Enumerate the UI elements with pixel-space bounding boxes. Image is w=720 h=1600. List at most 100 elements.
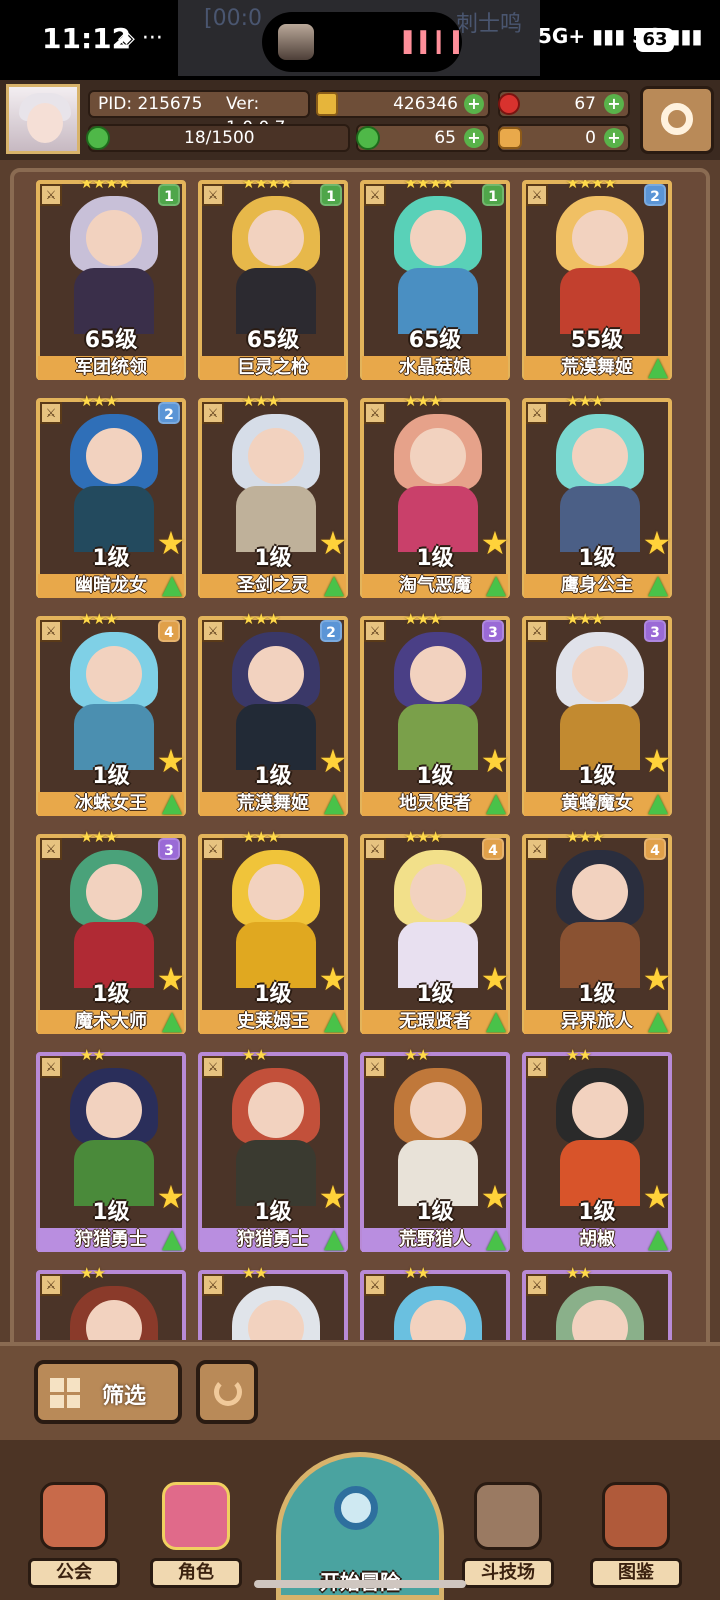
rarity-stars: ★★★★ xyxy=(242,180,293,192)
reset-button[interactable] xyxy=(196,1360,258,1424)
character-card[interactable]: ⚔ ★★ 1级 胡椒 ★ ▲ xyxy=(522,1046,674,1258)
star-upgrade-icon[interactable]: ★ xyxy=(154,526,188,560)
level-up-arrow-icon[interactable]: ▲ xyxy=(480,1226,512,1254)
add-gem-button[interactable]: + xyxy=(604,94,624,114)
start-adventure-button[interactable]: 开始冒险 xyxy=(276,1452,444,1600)
rarity-stars: ★★ xyxy=(242,1046,268,1064)
rank-badge: 4 xyxy=(644,838,666,860)
class-icon: ⚔ xyxy=(40,838,62,860)
portrait-face xyxy=(572,864,628,920)
character-card[interactable]: ⚔ ★★ 1级 狩猎勇士 ★ ▲ xyxy=(36,1046,188,1258)
class-icon: ⚔ xyxy=(364,1274,386,1296)
star-upgrade-icon[interactable]: ★ xyxy=(478,526,512,560)
add-bread-button[interactable]: + xyxy=(604,128,624,148)
rarity-stars: ★★★ xyxy=(80,392,118,410)
star-upgrade-icon[interactable]: ★ xyxy=(316,744,350,778)
status-left-icons: ◈ ··· xyxy=(118,26,163,51)
character-card[interactable]: ⚔ ★★★★ 1 65级 军团统领 xyxy=(36,180,186,386)
level-up-arrow-icon[interactable]: ▲ xyxy=(642,354,674,382)
add-clover-button[interactable]: + xyxy=(464,128,484,148)
level-up-arrow-icon[interactable]: ▲ xyxy=(318,572,350,600)
player-avatar[interactable] xyxy=(6,84,80,154)
book-icon xyxy=(602,1482,670,1550)
character-level: 65级 xyxy=(408,328,462,353)
class-icon: ⚔ xyxy=(364,620,386,642)
character-card[interactable]: ⚔ ★★★ 2 1级 荒漠舞姬 ★ ▲ xyxy=(198,610,350,822)
star-upgrade-icon[interactable]: ★ xyxy=(154,962,188,996)
level-up-arrow-icon[interactable]: ▲ xyxy=(156,1226,188,1254)
star-upgrade-icon[interactable]: ★ xyxy=(640,744,674,778)
clover-counter: 65 + xyxy=(356,124,490,152)
level-up-arrow-icon[interactable]: ▲ xyxy=(156,572,188,600)
class-icon: ⚔ xyxy=(526,184,548,206)
star-upgrade-icon[interactable]: ★ xyxy=(478,744,512,778)
star-upgrade-icon[interactable]: ★ xyxy=(316,526,350,560)
character-card[interactable]: ⚔ ★★★ 3 1级 魔术大师 ★ ▲ xyxy=(36,828,188,1040)
battery-indicator: 63 xyxy=(636,28,674,52)
level-up-arrow-icon[interactable]: ▲ xyxy=(480,790,512,818)
character-card[interactable]: ⚔ ★★★★ 2 55级 荒漠舞姬 ▲ xyxy=(522,180,672,386)
character-card[interactable]: ⚔ ★★ 1级 狩猎勇士 ★ ▲ xyxy=(198,1046,350,1258)
character-portrait xyxy=(530,188,664,338)
level-up-arrow-icon[interactable]: ▲ xyxy=(318,1226,350,1254)
nav-arena-label: 斗技场 xyxy=(462,1558,554,1588)
character-card[interactable]: ⚔ ★★★★ 1 65级 巨灵之枪 xyxy=(198,180,348,386)
level-up-arrow-icon[interactable]: ▲ xyxy=(318,790,350,818)
crossed-swords-icon xyxy=(474,1482,542,1550)
character-card[interactable]: ⚔ ★★★★ 1 65级 水晶菇娘 xyxy=(360,180,510,386)
level-up-arrow-icon[interactable]: ▲ xyxy=(642,1008,674,1036)
level-up-arrow-icon[interactable]: ▲ xyxy=(480,1008,512,1036)
star-upgrade-icon[interactable]: ★ xyxy=(316,1180,350,1214)
nav-arena[interactable]: 斗技场 xyxy=(462,1472,554,1596)
character-card[interactable]: ⚔ ★★ xyxy=(360,1264,510,1340)
add-gold-button[interactable]: + xyxy=(464,94,484,114)
class-icon: ⚔ xyxy=(40,402,62,424)
star-upgrade-icon[interactable]: ★ xyxy=(640,962,674,996)
level-up-arrow-icon[interactable]: ▲ xyxy=(480,572,512,600)
level-up-arrow-icon[interactable]: ▲ xyxy=(642,1226,674,1254)
nav-characters[interactable]: 角色 xyxy=(150,1472,242,1596)
character-card[interactable]: ⚔ ★★ 1级 荒野猎人 ★ ▲ xyxy=(360,1046,512,1258)
rank-badge: 2 xyxy=(158,402,180,424)
class-icon: ⚔ xyxy=(526,1274,548,1296)
character-card[interactable]: ⚔ ★★★ 4 1级 冰蛛女王 ★ ▲ xyxy=(36,610,188,822)
character-card[interactable]: ⚔ ★★★ 4 1级 无瑕贤者 ★ ▲ xyxy=(360,828,512,1040)
character-card[interactable]: ⚔ ★★★ 3 1级 地灵使者 ★ ▲ xyxy=(360,610,512,822)
star-upgrade-icon[interactable]: ★ xyxy=(154,744,188,778)
character-card[interactable]: ⚔ ★★ xyxy=(522,1264,672,1340)
level-up-arrow-icon[interactable]: ▲ xyxy=(642,572,674,600)
rarity-stars: ★★★★ xyxy=(404,180,455,192)
character-card[interactable]: ⚔ ★★★ 4 1级 异界旅人 ★ ▲ xyxy=(522,828,674,1040)
level-up-arrow-icon[interactable]: ▲ xyxy=(156,1008,188,1036)
character-card[interactable]: ⚔ ★★ xyxy=(198,1264,348,1340)
character-card[interactable]: ⚔ ★★★ 3 1级 黄蜂魔女 ★ ▲ xyxy=(522,610,674,822)
star-upgrade-icon[interactable]: ★ xyxy=(640,526,674,560)
class-icon: ⚔ xyxy=(40,184,62,206)
character-card[interactable]: ⚔ ★★★ 1级 淘气恶魔 ★ ▲ xyxy=(360,392,512,604)
character-card[interactable]: ⚔ ★★★ 1级 鹰身公主 ★ ▲ xyxy=(522,392,674,604)
star-upgrade-icon[interactable]: ★ xyxy=(478,962,512,996)
star-upgrade-icon[interactable]: ★ xyxy=(478,1180,512,1214)
exp-value: 18/1500 xyxy=(184,128,255,148)
character-level: 65级 xyxy=(84,328,138,353)
character-card[interactable]: ⚔ ★★★ 1级 圣剑之灵 ★ ▲ xyxy=(198,392,350,604)
level-up-arrow-icon[interactable]: ▲ xyxy=(156,790,188,818)
level-up-arrow-icon[interactable]: ▲ xyxy=(642,790,674,818)
character-card[interactable]: ⚔ ★★★ 1级 史莱姆王 ★ ▲ xyxy=(198,828,350,1040)
character-card[interactable]: ⚔ ★★ xyxy=(36,1264,186,1340)
settings-button[interactable] xyxy=(640,86,714,154)
star-upgrade-icon[interactable]: ★ xyxy=(154,1180,188,1214)
home-indicator[interactable] xyxy=(254,1580,466,1588)
nav-guild[interactable]: 公会 xyxy=(28,1472,120,1596)
star-upgrade-icon[interactable]: ★ xyxy=(316,962,350,996)
star-upgrade-icon[interactable]: ★ xyxy=(640,1180,674,1214)
portrait-face xyxy=(248,210,304,266)
rank-badge: 4 xyxy=(158,620,180,642)
filter-button[interactable]: 筛选 xyxy=(34,1360,182,1424)
class-icon: ⚔ xyxy=(202,1274,224,1296)
nav-codex[interactable]: 图鉴 xyxy=(590,1472,682,1596)
level-up-arrow-icon[interactable]: ▲ xyxy=(318,1008,350,1036)
rarity-stars: ★★★ xyxy=(566,392,604,410)
guild-house-icon xyxy=(40,1482,108,1550)
character-card[interactable]: ⚔ ★★★ 2 1级 幽暗龙女 ★ ▲ xyxy=(36,392,188,604)
